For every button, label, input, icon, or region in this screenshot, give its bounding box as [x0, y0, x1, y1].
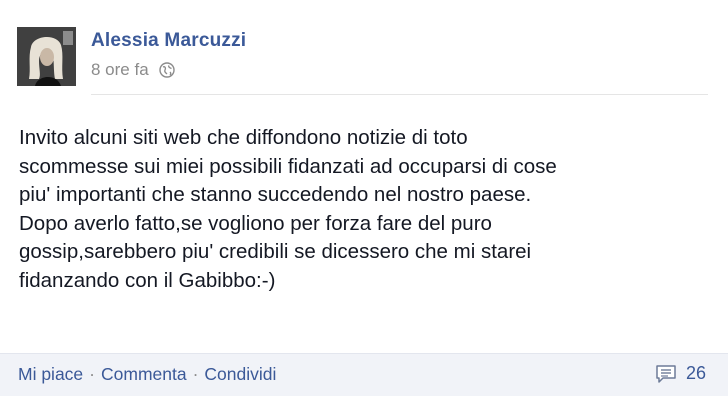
bottom-edge — [0, 396, 728, 405]
comment-link[interactable]: Commenta — [101, 364, 187, 385]
globe-icon[interactable] — [158, 62, 175, 78]
author-name[interactable]: Alessia Marcuzzi — [91, 30, 246, 52]
action-links: Mi piace · Commenta · Condividi — [18, 364, 276, 385]
comment-count-button[interactable]: 26 — [655, 363, 706, 384]
post-body-line: Invito alcuni siti web che diffondono no… — [19, 126, 468, 149]
avatar-image — [17, 27, 76, 86]
post-body-line: gossip,sarebbero piu' credibili se dices… — [19, 240, 532, 263]
separator: · — [89, 364, 95, 384]
post-body-line: scommesse sui miei possibili fidanzati a… — [19, 154, 557, 178]
post-body-line: Dopo averlo fatto,se vogliono per forza … — [19, 211, 492, 235]
comment-icon — [655, 364, 677, 384]
comment-count: 26 — [685, 363, 706, 383]
post-body-line: fidanzando con il Gabibbo:-) — [19, 268, 276, 292]
post-timestamp[interactable]: 8 ore fa — [91, 60, 149, 80]
post-body: Invito alcuni siti web che diffondono no… — [19, 124, 699, 295]
facebook-post: Alessia Marcuzzi 8 ore fa Invito alcuni … — [0, 0, 728, 405]
post-body-line: piu' importanti che stanno succedendo ne… — [19, 183, 532, 206]
share-link[interactable]: Condividi — [204, 364, 276, 385]
post-meta: 8 ore fa — [91, 60, 175, 80]
avatar[interactable] — [17, 27, 76, 86]
separator: · — [192, 364, 199, 384]
like-link[interactable]: Mi piace — [18, 364, 83, 385]
header-divider — [91, 94, 708, 95]
post-footer: Mi piace · Commenta · Condividi 26 — [0, 353, 728, 396]
